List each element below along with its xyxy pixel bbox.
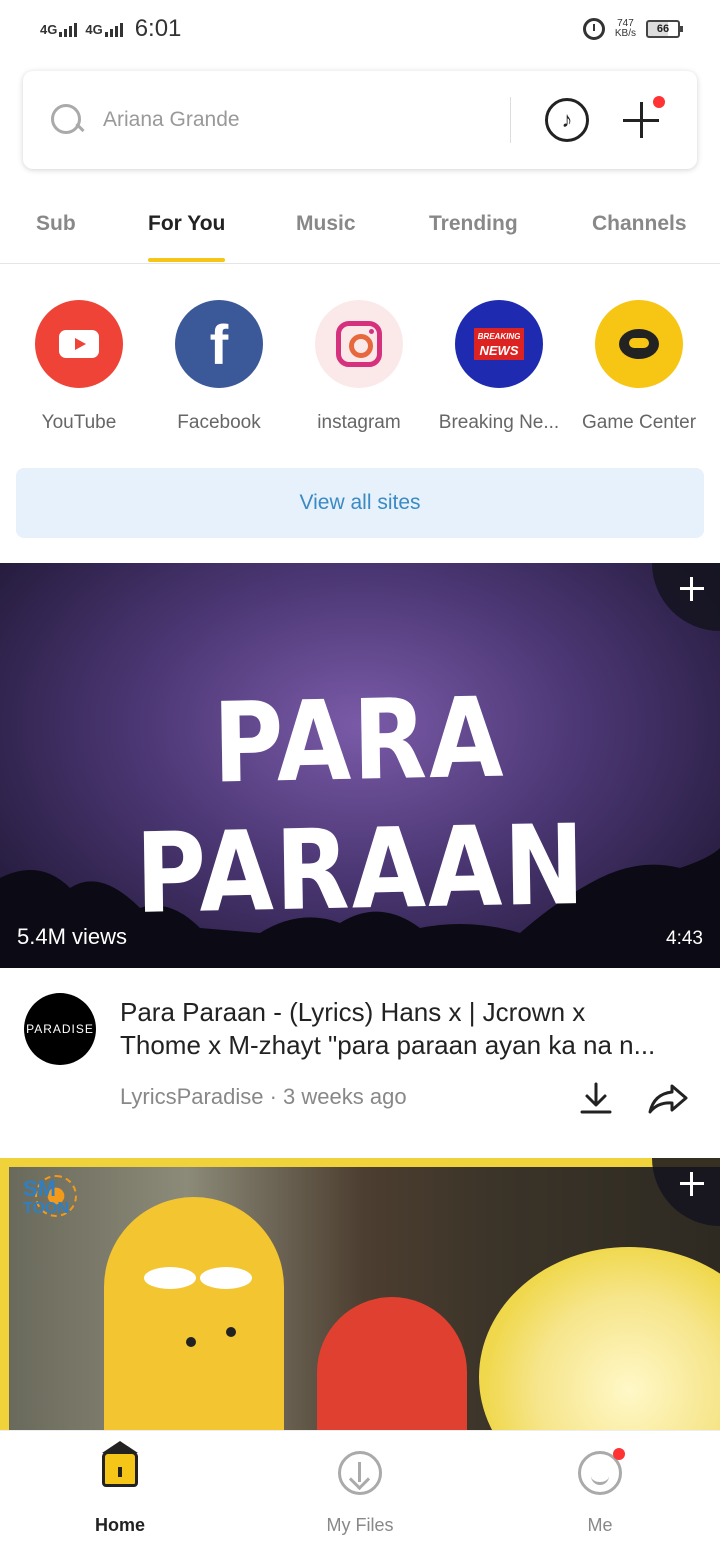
home-icon [102,1441,138,1487]
bottom-navigation: Home My Files Me [0,1430,720,1544]
network-type-label: 4G [40,21,58,37]
clock: 6:01 [134,15,182,42]
site-name: Game Center [581,412,697,433]
plus-icon[interactable] [611,90,671,150]
lemon-shape [479,1247,720,1430]
notification-dot [613,1448,625,1460]
yellow-larva-figure [104,1197,284,1430]
video-thumbnail[interactable]: SM TOON [0,1158,720,1430]
site-name: Facebook [177,412,261,433]
instagram-icon [315,300,403,388]
site-game-center[interactable]: Game Center [569,300,709,434]
upload-age: 3 weeks ago [283,1084,407,1109]
nav-my-files[interactable]: My Files [280,1431,440,1536]
battery-icon: 66 [646,20,683,38]
category-tabs: Sub For You Music Trending Channels [0,190,720,264]
site-youtube[interactable]: YouTube [9,300,149,434]
network-speed: 747 KB/s [615,19,636,39]
alarm-icon [582,18,605,40]
view-all-sites-button[interactable]: View all sites [16,468,704,538]
video-title[interactable]: Para Paraan - (Lyrics) Hans x | Jcrown x… [120,996,690,1062]
speed-unit: KB/s [614,28,636,39]
site-breaking-news[interactable]: BREAKING NEWS Breaking Ne... [429,300,569,434]
game-center-icon [595,300,683,388]
nav-label: My Files [326,1515,394,1535]
search-icon[interactable] [51,104,83,136]
tab-for-you[interactable]: For You [148,212,226,262]
red-larva-figure [317,1297,467,1430]
smiley-icon [578,1448,625,1495]
search-divider [510,97,511,143]
breaking-news-icon: BREAKING NEWS [455,300,543,388]
separator-dot: · [269,1084,277,1109]
site-facebook[interactable]: f Facebook [149,300,289,434]
add-to-list-button[interactable] [652,563,720,631]
channel-avatar[interactable]: PARADISE [24,993,96,1065]
signal-2: 4G [85,21,123,37]
nav-me[interactable]: Me [520,1431,680,1536]
channel-info: LyricsParadise · 3 weeks ago [120,1084,407,1110]
view-count: 5.4M views [17,924,128,949]
video-meta: PARADISE Para Paraan - (Lyrics) Hans x |… [0,968,720,1158]
site-name: YouTube [41,412,117,433]
video-title-line: Thome x M-zhayt "para paraan ayan ka na … [120,1030,656,1060]
music-note-icon[interactable]: ♪ [545,98,589,142]
channel-name[interactable]: LyricsParadise [120,1084,263,1109]
nav-label: Me [587,1515,613,1535]
thumbnail-title: PARA PARAAN [134,673,588,939]
nav-home[interactable]: Home [40,1431,200,1536]
signal-bars-icon [59,22,78,37]
site-instagram[interactable]: instagram [289,300,429,434]
nav-label: Home [94,1515,145,1535]
tab-music[interactable]: Music [296,212,356,236]
signal-bars-icon [104,22,123,37]
share-icon[interactable] [646,1080,690,1116]
youtube-icon [35,300,123,388]
tab-channels[interactable]: Channels [592,212,687,236]
download-icon[interactable] [578,1080,614,1116]
notification-dot [653,96,665,108]
video-duration: 4:43 [666,928,703,949]
video-title-line: Para Paraan - (Lyrics) Hans x | Jcrown x [120,997,586,1027]
signal-1: 4G [40,21,78,37]
site-name: instagram [317,412,401,433]
search-bar[interactable]: Ariana Grande ♪ [23,71,697,169]
tab-sub[interactable]: Sub [36,212,76,236]
tab-trending[interactable]: Trending [429,212,518,236]
facebook-icon: f [175,300,263,388]
search-input[interactable]: Ariana Grande [103,108,510,132]
smtoon-logo: SM TOON [23,1175,77,1219]
network-type-label: 4G [85,21,103,37]
video-thumbnail[interactable]: PARA PARAAN 5.4M views 4:43 [0,563,720,968]
status-bar: 4G 4G 6:01 747 KB/s 66 [0,0,720,58]
site-name: Breaking Ne... [438,412,560,433]
download-circle-icon [338,1451,382,1495]
